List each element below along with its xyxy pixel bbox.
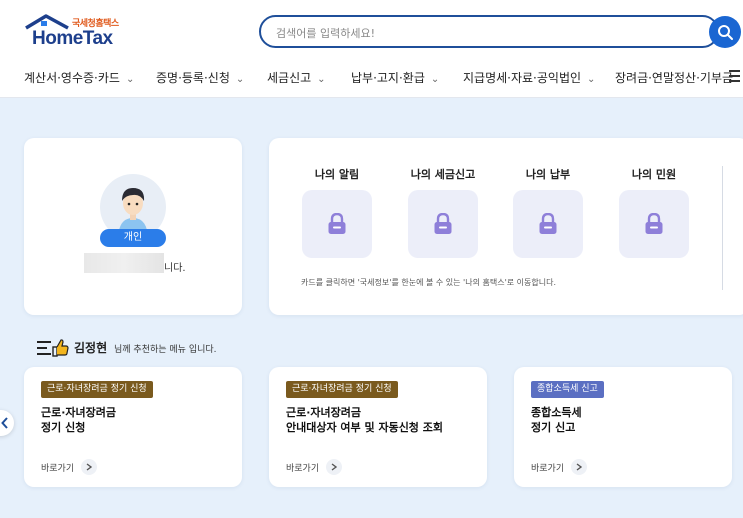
header: 국세청홈택스 HomeTax 검색어를 입력하세요! 계산서·영수증·카드 ⌄ 증… xyxy=(0,0,743,98)
go-link[interactable]: 바로가기 xyxy=(286,459,343,475)
divider xyxy=(722,166,723,290)
nav-item-statement[interactable]: 지급명세·자료·공익법인 ⌄ xyxy=(463,69,595,86)
my-tax-returns-tile[interactable] xyxy=(408,190,478,258)
my-payments-tile[interactable] xyxy=(513,190,583,258)
category-tag: 근로·자녀장려금 정기 신청 xyxy=(286,381,398,398)
search-input[interactable]: 검색어를 입력하세요! xyxy=(259,15,719,48)
my-tax-returns[interactable]: 나의 세금신고 xyxy=(408,166,478,258)
my-notifications-tile[interactable] xyxy=(302,190,372,258)
nav-label: 세금신고 xyxy=(267,71,312,85)
go-label: 바로가기 xyxy=(286,463,320,474)
lock-icon xyxy=(328,213,346,234)
card-title: 근로·자녀장려금 안내대상자 여부 및 자동신청 조회 xyxy=(286,405,443,435)
category-tag: 종합소득세 신고 xyxy=(531,381,604,398)
chevron-down-icon: ⌄ xyxy=(430,74,440,85)
card-title-line: 종합소득세 xyxy=(531,406,582,419)
nav-label: 납부·고지·환급 xyxy=(351,71,425,85)
card-title: 근로·자녀장려금 정기 신청 xyxy=(41,405,116,435)
nav-item-tax-return[interactable]: 세금신고 ⌄ xyxy=(267,69,326,86)
card-title-line: 안내대상자 여부 및 자동신청 조회 xyxy=(286,421,443,434)
hometax-logo[interactable]: 국세청홈택스 HomeTax xyxy=(24,14,134,50)
card-title-line: 근로·자녀장려금 xyxy=(286,406,362,419)
search-placeholder: 검색어를 입력하세요! xyxy=(276,27,375,40)
greeting-suffix: 니다. xyxy=(164,263,186,274)
carousel-prev-button[interactable] xyxy=(0,410,14,436)
logo-wordmark: HomeTax xyxy=(32,28,113,49)
user-name: 김정현 xyxy=(74,341,108,355)
my-payments-label: 나의 납부 xyxy=(525,168,571,181)
nav-item-invoice[interactable]: 계산서·영수증·카드 ⌄ xyxy=(24,69,134,86)
recommend-card[interactable]: 근로·자녀장려금 정기 신청 근로·자녀장려금 정기 신청 바로가기 xyxy=(24,367,242,487)
chevron-right-icon xyxy=(326,459,343,475)
account-type-badge: 개인 xyxy=(100,229,166,247)
my-hometax-note: 카드를 클릭하면 '국세정보'를 한눈에 볼 수 있는 '나의 홈택스'로 이동… xyxy=(301,278,557,287)
nav-item-incentive[interactable]: 장려금·연말정산·기부금 xyxy=(615,69,733,86)
chevron-right-icon xyxy=(81,459,98,475)
my-petitions-tile[interactable] xyxy=(619,190,689,258)
my-petitions-label: 나의 민원 xyxy=(631,168,677,181)
card-title-line: 정기 신고 xyxy=(531,421,576,434)
go-link[interactable]: 바로가기 xyxy=(41,459,98,475)
thumbs-up-menu-icon xyxy=(37,339,69,357)
menu-icon[interactable] xyxy=(729,70,740,82)
chevron-left-icon xyxy=(1,417,8,429)
go-label: 바로가기 xyxy=(531,463,565,474)
card-title-line: 정기 신청 xyxy=(41,421,86,434)
recommendation-tail: 님께 추천하는 메뉴 입니다. xyxy=(114,345,217,355)
chevron-down-icon: ⌄ xyxy=(317,74,326,85)
main-navigation: 계산서·영수증·카드 ⌄ 증명·등록·신청 ⌄ 세금신고 ⌄ 납부·고지·환급 ⌄ 지급… xyxy=(0,62,743,92)
search-button[interactable] xyxy=(709,16,741,48)
recommendation-heading: 김정현 님께 추천하는 메뉴 입니다. xyxy=(36,338,217,358)
chevron-right-icon xyxy=(571,459,588,475)
nav-label: 증명·등록·신청 xyxy=(156,71,230,85)
card-title-line: 근로·자녀장려금 xyxy=(41,406,117,419)
my-petitions[interactable]: 나의 민원 xyxy=(619,166,689,258)
nav-label: 계산서·영수증·카드 xyxy=(24,71,120,85)
nav-label: 지급명세·자료·공익법인 xyxy=(463,71,582,85)
my-notifications-label: 나의 알림 xyxy=(314,168,360,181)
chevron-down-icon: ⌄ xyxy=(125,74,135,85)
lock-icon xyxy=(645,213,663,234)
go-link[interactable]: 바로가기 xyxy=(531,459,588,475)
user-name-masked xyxy=(84,253,164,273)
nav-item-certificate[interactable]: 증명·등록·신청 ⌄ xyxy=(156,69,244,86)
lock-icon xyxy=(539,213,557,234)
profile-card[interactable]: 개인 니다. xyxy=(24,138,242,315)
recommend-card[interactable]: 근로·자녀장려금 정기 신청 근로·자녀장려금 안내대상자 여부 및 자동신청 … xyxy=(269,367,487,487)
search-icon xyxy=(718,25,733,40)
my-notifications[interactable]: 나의 알림 xyxy=(302,166,372,258)
card-title: 종합소득세 정기 신고 xyxy=(531,405,582,435)
recommend-card[interactable]: 종합소득세 신고 종합소득세 정기 신고 바로가기 xyxy=(514,367,732,487)
chevron-down-icon: ⌄ xyxy=(235,74,245,85)
lock-icon xyxy=(434,213,452,234)
chevron-down-icon: ⌄ xyxy=(587,74,596,85)
my-tax-returns-label: 나의 세금신고 xyxy=(410,168,476,181)
my-hometax-card: 나의 알림 나의 세금신고 나의 납부 나의 민원 카드를 클릭하면 '국세정보… xyxy=(269,138,743,315)
my-payments[interactable]: 나의 납부 xyxy=(513,166,583,258)
nav-label: 장려금·연말정산·기부금 xyxy=(615,71,734,85)
nav-item-payment[interactable]: 납부·고지·환급 ⌄ xyxy=(351,69,439,86)
category-tag: 근로·자녀장려금 정기 신청 xyxy=(41,381,153,398)
go-label: 바로가기 xyxy=(41,463,75,474)
